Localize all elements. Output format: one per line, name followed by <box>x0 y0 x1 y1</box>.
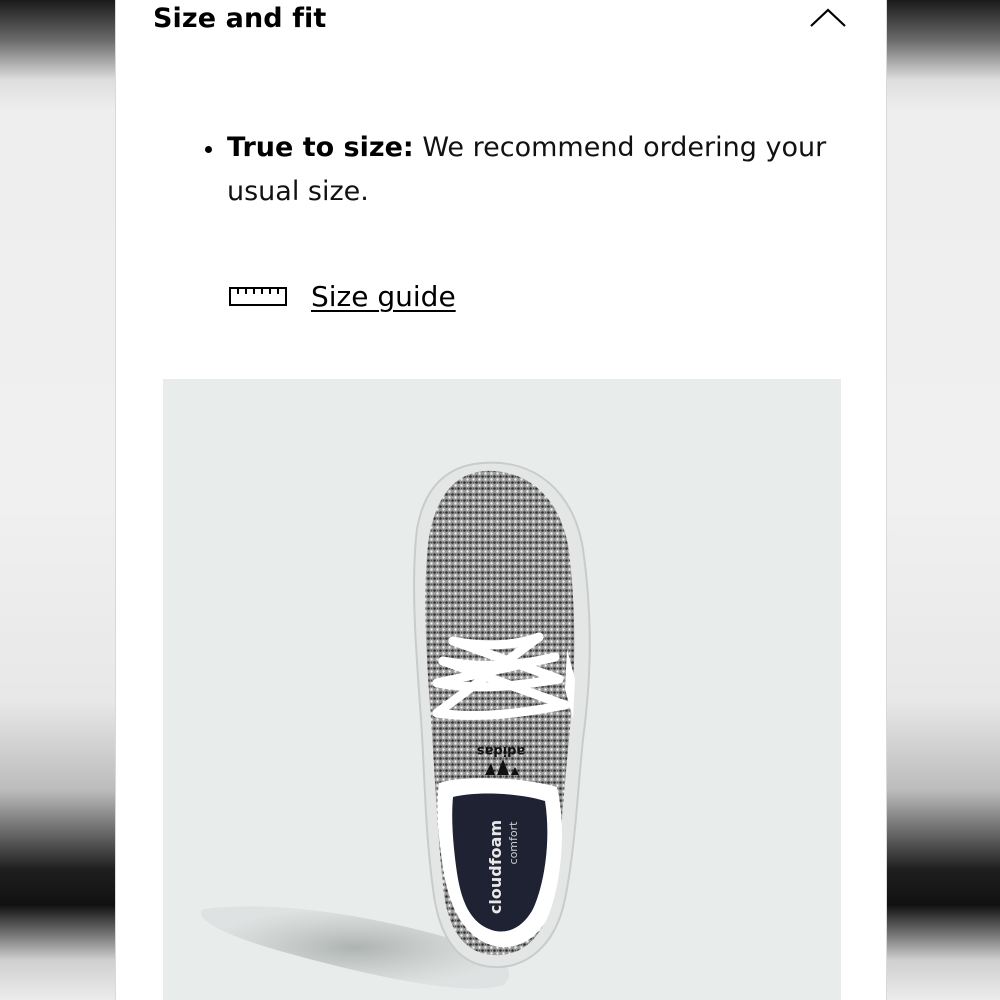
svg-text:cloudfoam: cloudfoam <box>486 820 505 914</box>
chevron-up-icon[interactable] <box>809 6 847 30</box>
svg-text:comfort: comfort <box>507 821 520 865</box>
sneaker-illustration: adidas cloudfoam comfort <box>201 461 591 989</box>
svg-text:adidas: adidas <box>477 743 526 758</box>
fit-item-label: True to size: <box>227 132 414 163</box>
product-details-panel: Size and fit True to size: We recommend … <box>115 0 887 1000</box>
size-and-fit-title: Size and fit <box>153 2 327 34</box>
size-fit-list: True to size: We recommend ordering your… <box>202 126 842 214</box>
product-image: adidas cloudfoam comfort <box>163 379 841 1000</box>
size-guide-link-row[interactable]: Size guide <box>229 274 456 318</box>
right-backdrop <box>887 0 1000 1000</box>
size-and-fit-accordion-header[interactable]: Size and fit <box>153 0 847 38</box>
fit-bullet-item: True to size: We recommend ordering your… <box>202 126 842 214</box>
ruler-icon <box>229 287 287 306</box>
left-backdrop <box>0 0 115 1000</box>
size-guide-link[interactable]: Size guide <box>311 280 456 313</box>
